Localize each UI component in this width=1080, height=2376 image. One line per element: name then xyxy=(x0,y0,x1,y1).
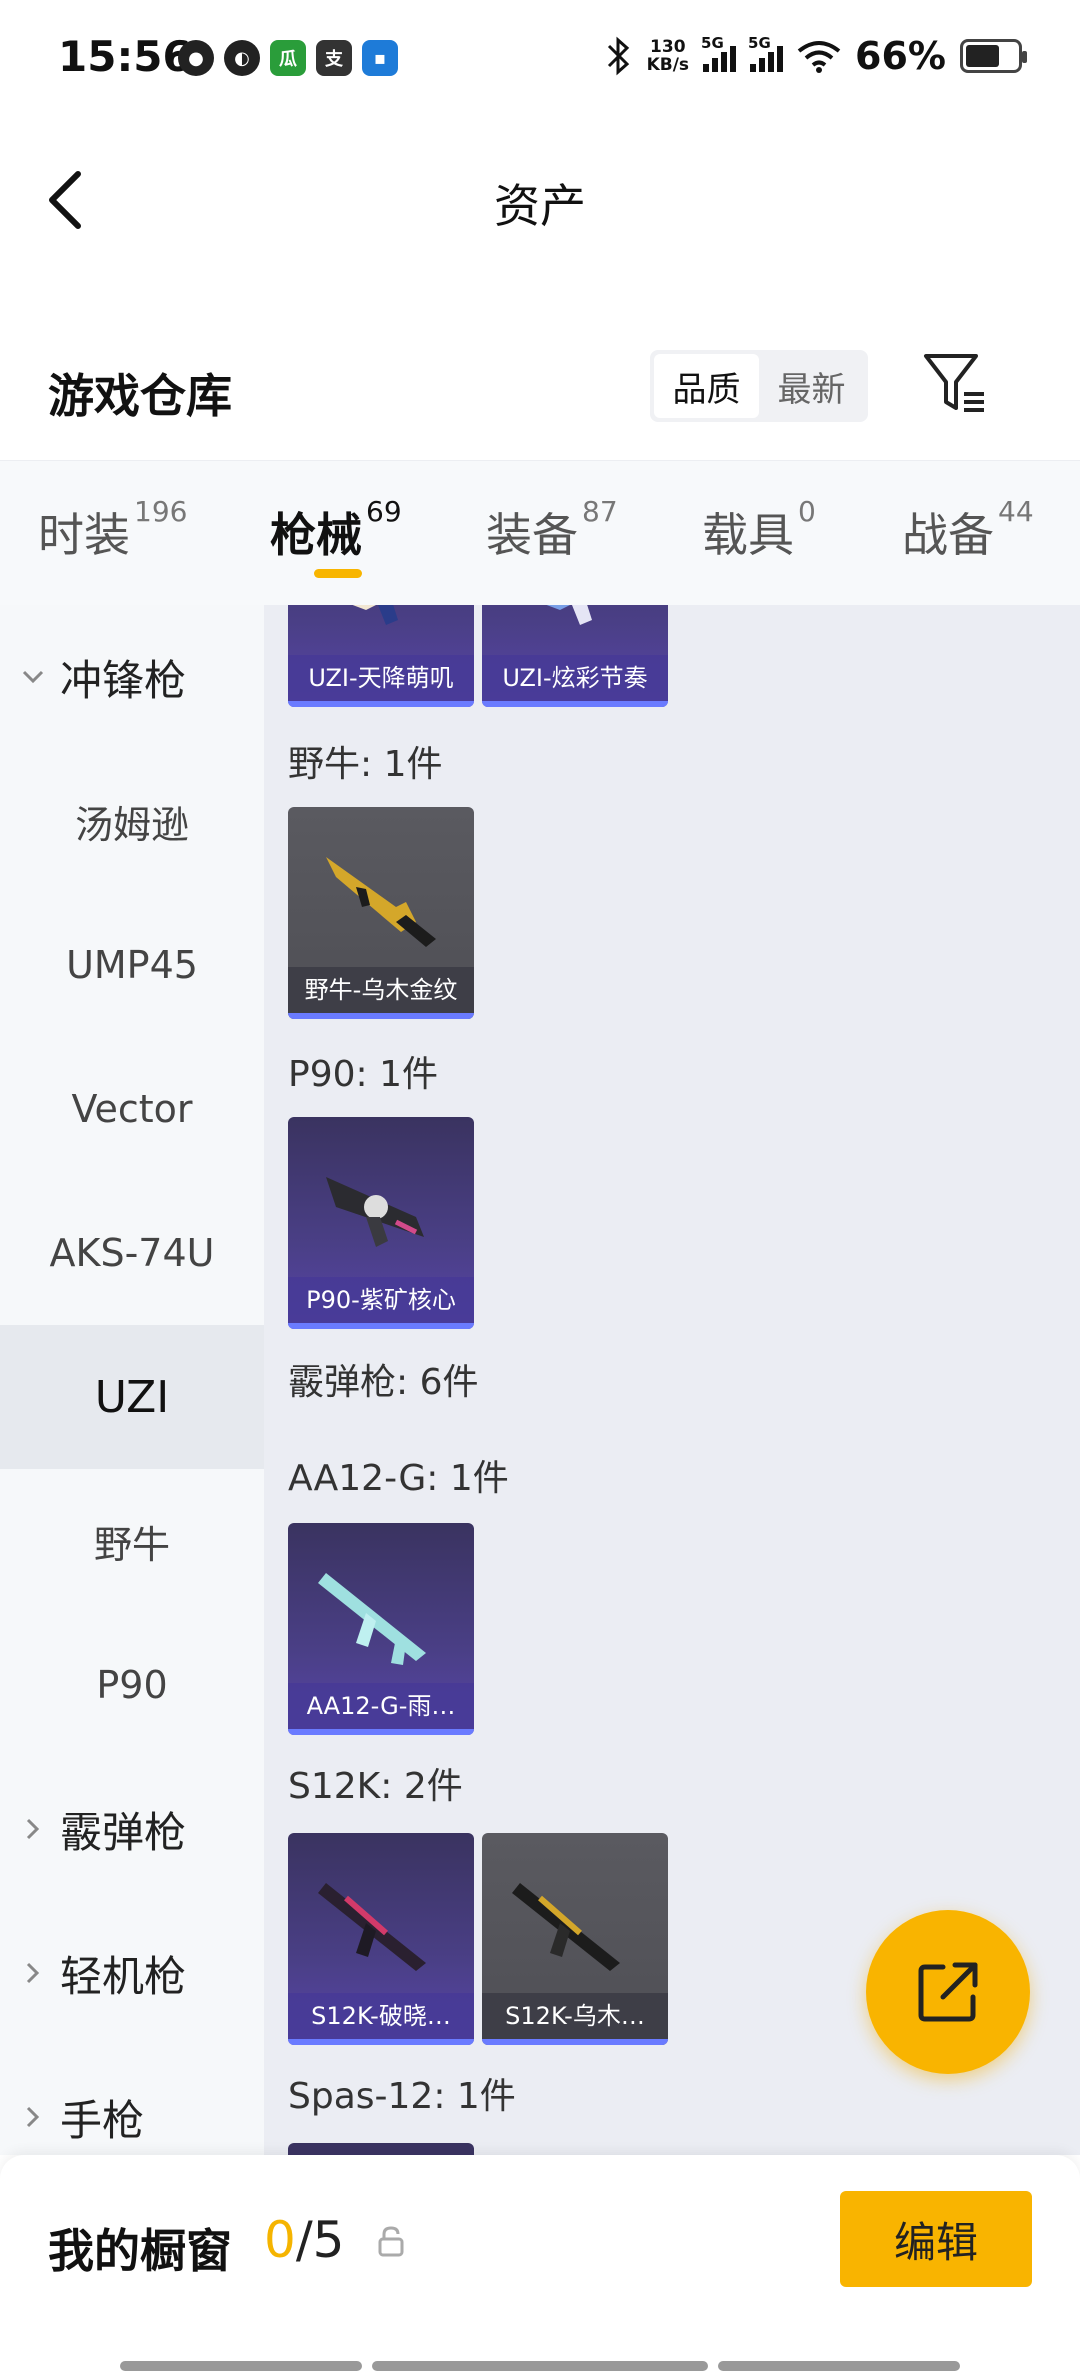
item-card-label: S12K-破晓… xyxy=(288,1993,474,2039)
item-card[interactable]: AA12-G-雨… xyxy=(288,1523,474,1735)
group-label: S12K: 2件 xyxy=(288,1766,463,1807)
weapon-image xyxy=(352,605,398,625)
chevron-right-icon xyxy=(18,2102,48,2132)
weapon-image xyxy=(546,605,592,625)
tab-firearms[interactable]: 枪械 69 xyxy=(270,495,402,565)
network-speed: 130 KB/s xyxy=(646,37,690,75)
notification-icons: ● ◐ 瓜 支 ▪ xyxy=(178,40,398,76)
chevron-right-icon xyxy=(18,1958,48,1988)
showcase-bar: 我的橱窗 0/5 编辑 xyxy=(0,2155,1080,2376)
sidebar-item-pistol[interactable]: 手枪 xyxy=(0,2045,264,2155)
sidebar-item-smg[interactable]: 冲锋枪 xyxy=(0,605,264,749)
header: 资产 xyxy=(0,120,1080,280)
item-card[interactable]: 野牛-乌木金纹 xyxy=(288,807,474,1019)
group-label: Spas-12: 1件 xyxy=(288,2076,516,2117)
item-card-label: AA12-G-雨… xyxy=(288,1683,474,1729)
sort-option-quality[interactable]: 品质 xyxy=(654,354,759,418)
sidebar-item-thompson[interactable]: 汤姆逊 xyxy=(0,749,264,893)
weapon-image xyxy=(326,1177,424,1247)
showcase-label: 我的橱窗 xyxy=(48,2224,232,2278)
item-card[interactable] xyxy=(288,2143,474,2155)
sidebar-item-bizon[interactable]: 野牛 xyxy=(0,1469,264,1613)
chevron-down-icon xyxy=(18,662,48,692)
sidebar-item-aks74u[interactable]: AKS-74U xyxy=(0,1181,264,1325)
app-icon: 支 xyxy=(316,40,352,76)
app-icon: ◐ xyxy=(224,40,260,76)
item-card[interactable]: P90-紫矿核心 xyxy=(288,1117,474,1329)
sidebar-item-vector[interactable]: Vector xyxy=(0,1037,264,1181)
weapon-sidebar: 冲锋枪 汤姆逊 UMP45 Vector AKS-74U UZI 野牛 P90 … xyxy=(0,605,264,2155)
group-label: AA12-G: 1件 xyxy=(288,1458,509,1499)
share-button[interactable] xyxy=(866,1910,1030,2074)
bluetooth-icon xyxy=(607,36,629,76)
item-card-label: P90-紫矿核心 xyxy=(288,1277,474,1323)
guazi-icon: 瓜 xyxy=(270,40,306,76)
item-card-label: UZI-炫彩节奏 xyxy=(482,655,668,701)
sidebar-item-ump45[interactable]: UMP45 xyxy=(0,893,264,1037)
sort-option-latest[interactable]: 最新 xyxy=(759,354,864,418)
filter-button[interactable] xyxy=(920,350,990,420)
status-right: 130 KB/s 5G 5G 66% xyxy=(605,34,1027,78)
item-card-label: 野牛-乌木金纹 xyxy=(288,967,474,1013)
weapon-image xyxy=(512,1883,620,1971)
item-card[interactable]: UZI-天降萌叽 xyxy=(288,605,474,707)
sidebar-item-p90[interactable]: P90 xyxy=(0,1613,264,1757)
group-label: 野牛: 1件 xyxy=(288,744,443,785)
sidebar-item-uzi[interactable]: UZI xyxy=(0,1325,264,1469)
warehouse-title: 游戏仓库 xyxy=(48,369,232,423)
share-external-icon xyxy=(918,1962,978,2022)
status-time: 15:56 xyxy=(58,32,192,81)
group-label: P90: 1件 xyxy=(288,1054,438,1095)
weapon-image xyxy=(318,1883,426,1971)
battery-icon xyxy=(960,39,1027,73)
home-indicator xyxy=(372,2361,708,2371)
signal-icon: 5G xyxy=(748,34,784,72)
tab-vehicles[interactable]: 载具 0 xyxy=(702,495,816,565)
wifi-icon xyxy=(797,41,841,73)
status-bar: 15:56 ● ◐ 瓜 支 ▪ 130 KB/s 5G 5G 66% xyxy=(0,0,1080,120)
signal-icon: 5G xyxy=(701,34,737,72)
lock-icon xyxy=(378,2226,404,2257)
tab-supplies[interactable]: 战备 44 xyxy=(902,495,1034,565)
item-card-label: S12K-乌木… xyxy=(482,1993,668,2039)
tab-fashion[interactable]: 时装 196 xyxy=(38,495,187,565)
wechat-icon: ● xyxy=(178,40,214,76)
item-card[interactable]: S12K-乌木… xyxy=(482,1833,668,2045)
item-card[interactable]: S12K-破晓… xyxy=(288,1833,474,2045)
tab-indicator xyxy=(314,569,362,578)
sidebar-item-lmg[interactable]: 轻机枪 xyxy=(0,1901,264,2045)
item-card[interactable]: UZI-炫彩节奏 xyxy=(482,605,668,707)
group-label: 霰弹枪: 6件 xyxy=(288,1362,479,1403)
weapon-image xyxy=(326,857,436,947)
sidebar-item-shotgun[interactable]: 霰弹枪 xyxy=(0,1757,264,1901)
page-title: 资产 xyxy=(494,179,586,233)
chevron-right-icon xyxy=(18,1814,48,1844)
home-indicator xyxy=(120,2361,362,2371)
edit-button[interactable]: 编辑 xyxy=(840,2191,1032,2287)
category-tabs: 时装 196 枪械 69 装备 87 载具 0 战备 44 xyxy=(0,460,1080,605)
showcase-count: 0/5 xyxy=(264,2211,345,2269)
sort-toggle: 品质 最新 xyxy=(650,350,868,422)
tab-equipment[interactable]: 装备 87 xyxy=(486,495,618,565)
item-card-label: UZI-天降萌叽 xyxy=(288,655,474,701)
message-icon: ▪ xyxy=(362,40,398,76)
home-indicator xyxy=(718,2361,960,2371)
battery-percent: 66% xyxy=(855,34,946,78)
filter-icon xyxy=(924,354,984,412)
weapon-image xyxy=(318,1573,426,1665)
